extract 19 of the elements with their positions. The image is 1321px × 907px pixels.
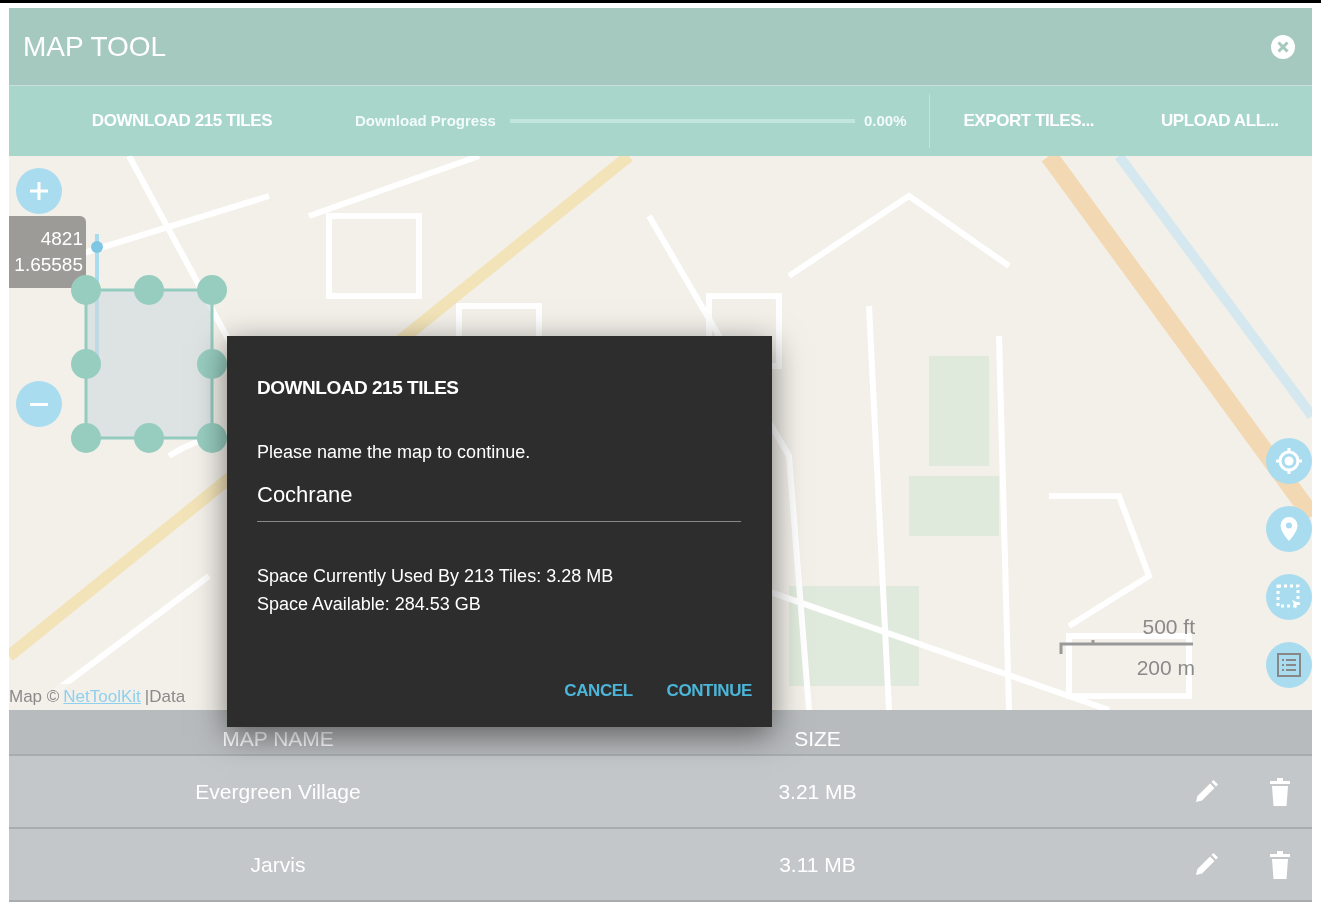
table-cell-text: 3.21 MB <box>778 778 857 805</box>
dialog-message: Please name the map to continue. <box>257 440 532 464</box>
attribution-text: Map © <box>9 685 60 708</box>
info-text: Space Currently Used By 213 Tiles: 3.28 MB <box>257 564 615 588</box>
coordinate-text: 4821 <box>40 227 83 251</box>
attribution-text: |Data <box>144 685 186 708</box>
column-header: SIZE <box>794 726 841 752</box>
table-cell-text: 3.11 MB <box>779 851 856 878</box>
dialog-title: DOWNLOAD 215 TILES <box>257 376 460 400</box>
scale-label: 500 ft <box>1142 616 1195 637</box>
column-header: MAP NAME <box>222 726 334 752</box>
table-cell-text: Jarvis <box>250 851 306 878</box>
progress-label: Download Progress <box>355 110 497 131</box>
scale-label: 200 m <box>1136 657 1195 678</box>
coordinate-text: 1.65585 <box>14 253 83 277</box>
info-text: Space Available: 284.53 GB <box>257 592 482 616</box>
progress-reading: 0.00% <box>864 110 908 131</box>
window-title: MAP TOOL <box>23 29 167 64</box>
table-cell-text: Evergreen Village <box>195 778 361 805</box>
